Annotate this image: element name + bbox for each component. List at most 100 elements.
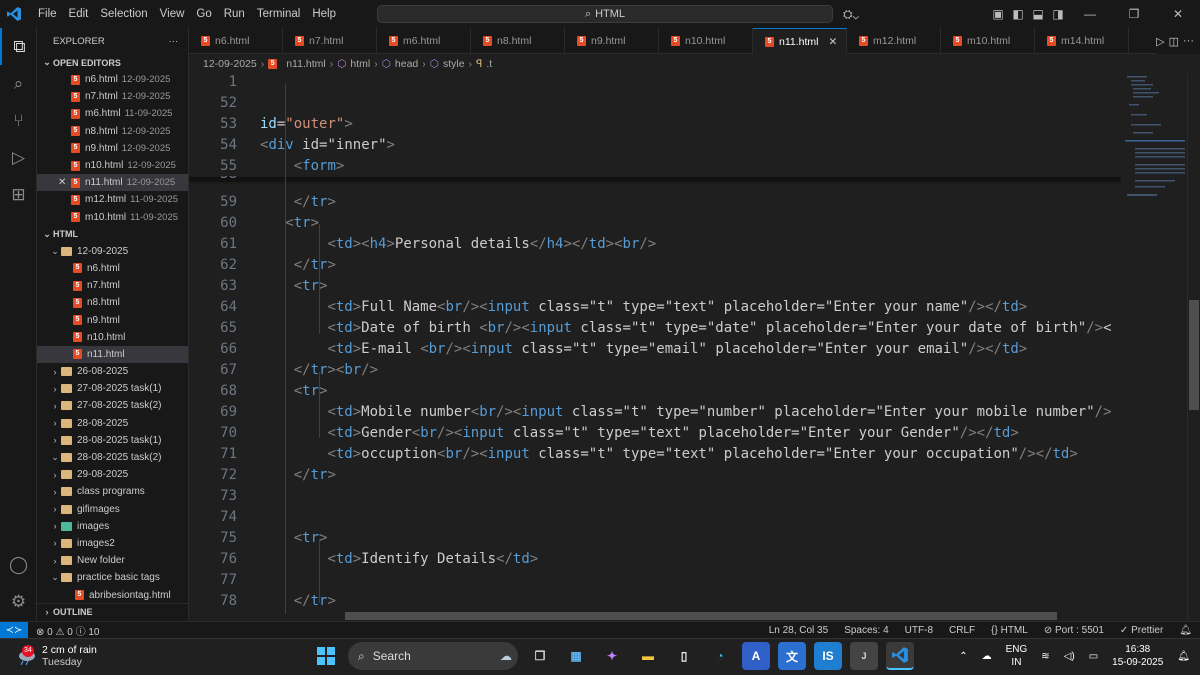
open-editor-n7[interactable]: 5 n7.html 12-09-2025 xyxy=(37,88,188,105)
notifications-icon[interactable]: 🔔︎ xyxy=(1177,650,1190,663)
more-icon[interactable]: ··· xyxy=(1183,35,1194,47)
file-n6[interactable]: 5 n6.html xyxy=(37,260,188,277)
tab-n8[interactable]: 5 n8.html xyxy=(471,28,565,54)
tab-n11[interactable]: 5 n11.html ✕ xyxy=(753,28,847,54)
tab-n6[interactable]: 5 n6.html xyxy=(189,28,283,54)
java-app-icon[interactable]: J xyxy=(850,642,878,670)
open-editor-m10[interactable]: 5 m10.html 11-09-2025 xyxy=(37,209,188,226)
weather-widget[interactable]: 34 2 cm of rain Tuesday xyxy=(16,644,97,668)
line-endings[interactable]: CRLF xyxy=(941,625,983,636)
code-line[interactable]: 78 </tr> xyxy=(189,591,1121,612)
copilot-app-icon[interactable]: ✦ xyxy=(598,642,626,670)
search-sidebar-icon[interactable]: ⌕ xyxy=(0,65,37,102)
menu-terminal[interactable]: Terminal xyxy=(251,0,306,28)
file-n11[interactable]: 5 n11.html xyxy=(37,345,188,363)
language-indicator[interactable]: ENG IN xyxy=(1006,643,1028,669)
file-n7[interactable]: 5 n7.html xyxy=(37,277,188,294)
file-n10[interactable]: 5 n10.html xyxy=(37,329,188,346)
translator-icon[interactable]: 文 xyxy=(778,642,806,670)
menu-file[interactable]: File xyxy=(32,0,63,28)
tab-m6[interactable]: 5 m6.html xyxy=(377,28,471,54)
outline-header[interactable]: › OUTLINE xyxy=(37,603,188,620)
toggle-primary-sidebar-icon[interactable]: ◧ xyxy=(1008,0,1028,28)
breadcrumb-item[interactable]: style xyxy=(443,58,465,70)
clock[interactable]: 16:38 15-09-2025 xyxy=(1112,643,1163,669)
settings-gear-icon[interactable]: ⚙ xyxy=(0,583,37,620)
folder-gifimages[interactable]: › gifimages xyxy=(37,501,188,518)
folder-practice-basic-tags[interactable]: ⌄ practice basic tags xyxy=(37,569,188,586)
cursor-position[interactable]: Ln 28, Col 35 xyxy=(761,625,837,636)
folder-27-08-2025-task-2-[interactable]: › 27-08-2025 task(2) xyxy=(37,397,188,414)
folder-class-programs[interactable]: › class programs xyxy=(37,483,188,500)
menu-view[interactable]: View xyxy=(154,0,191,28)
tab-m12[interactable]: 5 m12.html xyxy=(847,28,941,54)
code-line[interactable]: 73 xyxy=(189,486,1121,507)
breadcrumb-item[interactable]: 12-09-2025 xyxy=(203,58,257,70)
customize-layout-icon[interactable]: ▣ xyxy=(988,0,1008,28)
is-app-icon[interactable]: IS xyxy=(814,642,842,670)
file-explorer-icon[interactable]: ▬ xyxy=(634,642,662,670)
code-line[interactable]: 59 </tr> xyxy=(189,192,1121,213)
tab-n10[interactable]: 5 n10.html xyxy=(659,28,753,54)
code-line[interactable]: 62 </tr> xyxy=(189,255,1121,276)
code-line[interactable]: 60 <tr> xyxy=(189,213,1121,234)
minimize-icon[interactable]: — xyxy=(1068,0,1112,28)
folder-28-08-2025-task-2-[interactable]: ⌄ 28-08-2025 task(2) xyxy=(37,449,188,466)
azure-icon[interactable]: A xyxy=(742,642,770,670)
run-debug-icon[interactable]: ▷ xyxy=(0,139,37,176)
code-line[interactable]: 72 </tr> xyxy=(189,465,1121,486)
prettier-status[interactable]: ✓ Prettier xyxy=(1112,625,1171,636)
menu-run[interactable]: Run xyxy=(218,0,251,28)
menu-edit[interactable]: Edit xyxy=(63,0,95,28)
code-line[interactable]: 65 <td>Date of birth <br/><input class="… xyxy=(189,318,1121,339)
folder-images2[interactable]: › images2 xyxy=(37,535,188,552)
code-line[interactable]: 70 <td>Gender<br/><input class="t" type=… xyxy=(189,423,1121,444)
open-editor-m6[interactable]: 5 m6.html 11-09-2025 xyxy=(37,105,188,122)
folder-27-08-2025-task-1-[interactable]: › 27-08-2025 task(1) xyxy=(37,380,188,397)
menu-help[interactable]: Help xyxy=(306,0,342,28)
code-line[interactable]: 68 <tr> xyxy=(189,381,1121,402)
open-editor-n9[interactable]: 5 n9.html 12-09-2025 xyxy=(37,140,188,157)
open-editor-m12[interactable]: 5 m12.html 11-09-2025 xyxy=(37,191,188,208)
breadcrumb-item[interactable]: .t xyxy=(486,58,492,70)
live-server-port[interactable]: ⊘ Port : 5501 xyxy=(1036,625,1112,636)
notepad-icon[interactable]: ▯ xyxy=(670,642,698,670)
folder-images[interactable]: › images xyxy=(37,518,188,535)
code-line[interactable]: 66 <td>E-mail <br/><input class="t" type… xyxy=(189,339,1121,360)
close-tab-icon[interactable]: ✕ xyxy=(829,36,838,48)
split-editor-icon[interactable]: ◫ xyxy=(1169,35,1179,48)
code-line[interactable]: 69 <td>Mobile number<br/><input class="t… xyxy=(189,402,1121,423)
tab-m10[interactable]: 5 m10.html xyxy=(941,28,1035,54)
tab-n9[interactable]: 5 n9.html xyxy=(565,28,659,54)
close-window-icon[interactable]: ✕ xyxy=(1156,0,1200,28)
more-actions-icon[interactable]: ··· xyxy=(169,36,179,47)
code-line[interactable]: 52 xyxy=(189,93,1121,114)
code-line[interactable]: 64 <td>Full Name<br/><input class="t" ty… xyxy=(189,297,1121,318)
code-line[interactable]: 74 xyxy=(189,507,1121,528)
breadcrumb-item[interactable]: head xyxy=(395,58,418,70)
restore-icon[interactable]: ❐ xyxy=(1112,0,1156,28)
start-windows-icon[interactable] xyxy=(312,642,340,670)
toggle-panel-icon[interactable]: ⬓ xyxy=(1028,0,1048,28)
file-n8[interactable]: 5 n8.html xyxy=(37,294,188,311)
breadcrumb-item[interactable]: n11.html xyxy=(286,58,326,70)
tab-n7[interactable]: 5 n7.html xyxy=(283,28,377,54)
file-abribesiontag[interactable]: 5 abribesiontag.html xyxy=(37,586,188,603)
menu-go[interactable]: Go xyxy=(190,0,217,28)
code-line[interactable]: 1 xyxy=(189,74,1121,93)
vertical-scrollbar-thumb[interactable] xyxy=(1189,300,1199,410)
explorer-icon[interactable]: ⧉ xyxy=(0,28,37,65)
onedrive-icon[interactable]: ☁ xyxy=(982,650,992,663)
code-line[interactable]: 67 </tr><br/> xyxy=(189,360,1121,381)
show-hidden-icons-icon[interactable]: ⌃ xyxy=(959,650,967,663)
copilot-icon[interactable]: ⛭⌄ xyxy=(843,0,859,28)
notifications-bell-icon[interactable]: 🔔︎ xyxy=(1171,625,1200,636)
folder-26-08-2025[interactable]: › 26-08-2025 xyxy=(37,363,188,380)
breadcrumb-item[interactable]: html xyxy=(350,58,370,70)
code-editor[interactable]: 1 52 53 id="outer"> 54 <div id="inner"> 55 <fo… xyxy=(189,74,1121,621)
minimap[interactable] xyxy=(1121,74,1187,621)
wifi-icon[interactable]: ≋ xyxy=(1041,650,1049,663)
code-line[interactable]: 77 xyxy=(189,570,1121,591)
open-editor-n6[interactable]: 5 n6.html 12-09-2025 xyxy=(37,71,188,88)
horizontal-scrollbar[interactable] xyxy=(345,612,1057,620)
